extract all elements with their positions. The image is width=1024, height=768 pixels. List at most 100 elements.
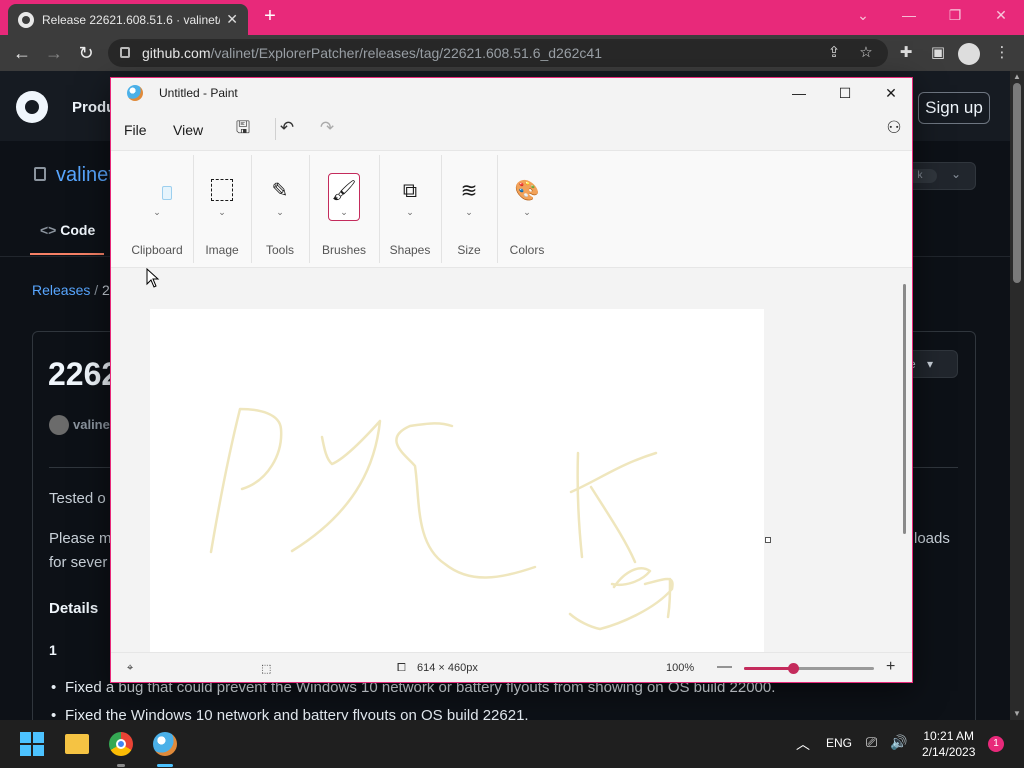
chrome-menu-icon[interactable]: ⋮ <box>990 41 1014 65</box>
ribbon-group-brushes[interactable]: 🖌 ⌄ Brushes <box>309 151 379 267</box>
account-settings-icon[interactable]: ⚇ <box>882 116 906 140</box>
paint-title: Untitled - Paint <box>159 86 238 100</box>
scroll-down-icon[interactable]: ▼ <box>1010 708 1024 720</box>
clipboard-icon <box>162 186 172 200</box>
chrome-toolbar: ← → ↻ github.com/valinet/ExplorerPatcher… <box>0 35 1024 71</box>
ribbon-group-image[interactable]: ⌄ Image <box>193 151 251 267</box>
url-path: /valinet/ExplorerPatcher/releases/tag/22… <box>210 45 602 61</box>
share-icon[interactable]: ⇪ <box>822 41 846 65</box>
canvas-resize-handle[interactable] <box>765 537 771 543</box>
github-favicon-icon <box>18 11 34 28</box>
browser-tab[interactable]: Release 22621.608.51.6 · valinet/ ✕ <box>8 4 248 35</box>
select-icon <box>211 179 233 201</box>
chevron-down-icon: ⌄ <box>406 207 414 217</box>
ribbon-group-clipboard[interactable]: ⌄ Clipboard <box>121 151 193 267</box>
paint-minimize-button[interactable]: — <box>776 78 822 108</box>
reload-button[interactable]: ↻ <box>74 41 98 65</box>
network-icon[interactable]: ⎚ <box>866 734 877 751</box>
breadcrumb-releases-link[interactable]: Releases <box>32 282 90 298</box>
bookmark-star-icon[interactable]: ☆ <box>854 41 878 65</box>
ribbon-group-shapes[interactable]: ⧉ ⌄ Shapes <box>379 151 441 267</box>
start-button[interactable] <box>20 732 44 756</box>
language-indicator[interactable]: ENG <box>826 736 852 750</box>
canvas-size-text: 614 × 460px <box>417 662 478 674</box>
code-tab-label: Code <box>60 222 96 238</box>
ribbon-group-size[interactable]: ≋ ⌄ Size <box>441 151 497 267</box>
zoom-slider-thumb[interactable] <box>788 663 800 674</box>
stroke-letter-r <box>209 407 283 554</box>
undo-icon[interactable]: ↶ <box>275 116 299 140</box>
view-menu[interactable]: View <box>173 122 203 138</box>
chevron-down-icon: ⌄ <box>465 207 473 217</box>
lock-icon <box>120 47 130 58</box>
author-avatar[interactable] <box>49 415 69 435</box>
file-menu[interactable]: File <box>124 122 147 138</box>
chevron-down-icon: ⌄ <box>951 167 962 181</box>
ribbon-group-tools[interactable]: ✎ ⌄ Tools <box>251 151 309 267</box>
product-menu[interactable]: Produ <box>72 99 115 116</box>
forward-button[interactable]: → <box>42 41 66 65</box>
repo-owner-link[interactable]: valinet <box>56 164 114 187</box>
author-name[interactable]: valine <box>73 417 110 432</box>
browser-close-button[interactable]: ✕ <box>978 0 1024 30</box>
chevron-down-icon: ⌄ <box>340 207 348 217</box>
shapes-icon: ⧉ <box>402 180 418 202</box>
profile-avatar[interactable] <box>958 43 980 65</box>
zoom-level[interactable]: 100% <box>666 662 694 674</box>
paint-window: Untitled - Paint — ☐ ✕ File View 🖫 ↶ ↷ ⚇… <box>110 77 913 683</box>
active-tab-underline <box>30 253 104 255</box>
zoom-out-icon[interactable]: — <box>717 658 732 675</box>
redo-icon[interactable]: ↷ <box>315 116 339 140</box>
canvas-size-icon: ⧠ <box>397 662 406 674</box>
details-heading[interactable]: Details <box>49 600 98 617</box>
tab-title: Release 22621.608.51.6 · valinet/ <box>42 12 221 27</box>
stroke-letter-k <box>569 451 658 564</box>
clock[interactable]: 10:21 AM 2/14/2023 <box>922 728 975 760</box>
save-icon[interactable]: 🖫 <box>231 116 255 140</box>
new-tab-button[interactable]: + <box>258 4 282 28</box>
address-bar[interactable]: github.com/valinet/ExplorerPatcher/relea… <box>108 39 888 67</box>
zoom-slider[interactable] <box>744 663 874 674</box>
page-scrollbar[interactable]: ▲ ▼ <box>1010 71 1024 720</box>
github-logo-icon[interactable] <box>16 91 48 123</box>
stroke-letter-u <box>290 419 382 553</box>
drawing-canvas[interactable] <box>150 309 764 654</box>
pointer-position-icon: ⌖ <box>127 662 134 674</box>
windows-taskbar: ︿ ENG ⎚ 🔊 10:21 AM 2/14/2023 1 <box>0 720 1024 768</box>
brush-icon: 🖌 <box>331 180 357 202</box>
paint-active-indicator <box>157 764 173 767</box>
extensions-icon[interactable]: ✚ <box>894 41 918 65</box>
loads-text: loads <box>914 530 950 547</box>
scrollbar-thumb[interactable] <box>1013 83 1021 283</box>
side-panel-icon[interactable]: ▣ <box>926 41 950 65</box>
paint-maximize-button[interactable]: ☐ <box>822 78 868 108</box>
paint-close-button[interactable]: ✕ <box>868 78 912 108</box>
chrome-tab-strip: Release 22621.608.51.6 · valinet/ ✕ + ⌄ … <box>0 0 1024 35</box>
notification-badge[interactable]: 1 <box>988 736 1004 752</box>
list-number: 1 <box>49 642 57 658</box>
chrome-running-indicator <box>117 764 125 767</box>
sign-up-button[interactable]: Sign up <box>918 92 990 124</box>
file-explorer-icon[interactable] <box>65 734 89 754</box>
chevron-down-icon: ⌄ <box>523 207 531 217</box>
canvas-scrollbar[interactable] <box>903 284 906 534</box>
tab-code[interactable]: <> Code <box>40 222 95 238</box>
tab-close-icon[interactable]: ✕ <box>226 11 238 28</box>
back-button[interactable]: ← <box>10 41 34 65</box>
chrome-app-icon[interactable] <box>109 732 133 756</box>
canvas-area <box>111 269 912 654</box>
scroll-up-icon[interactable]: ▲ <box>1010 71 1024 83</box>
selection-size-icon: ⬚ <box>261 663 272 675</box>
volume-icon[interactable]: 🔊 <box>890 734 907 751</box>
breadcrumb-separator: / <box>94 282 99 298</box>
palette-icon: 🎨 <box>514 180 540 202</box>
show-hidden-icons-icon[interactable]: ︿ <box>796 734 810 754</box>
browser-minimize-button[interactable]: — <box>886 0 932 30</box>
ribbon-group-colors[interactable]: 🎨 ⌄ Colors <box>497 151 557 267</box>
breadcrumb: Releases / 22 <box>32 282 118 298</box>
browser-restore-button[interactable]: ❐ <box>932 0 978 30</box>
tab-search-icon[interactable]: ⌄ <box>840 0 886 30</box>
paint-taskbar-icon[interactable] <box>153 732 177 756</box>
zoom-in-icon[interactable]: + <box>886 658 895 676</box>
paint-title-bar[interactable]: Untitled - Paint — ☐ ✕ <box>111 78 912 108</box>
